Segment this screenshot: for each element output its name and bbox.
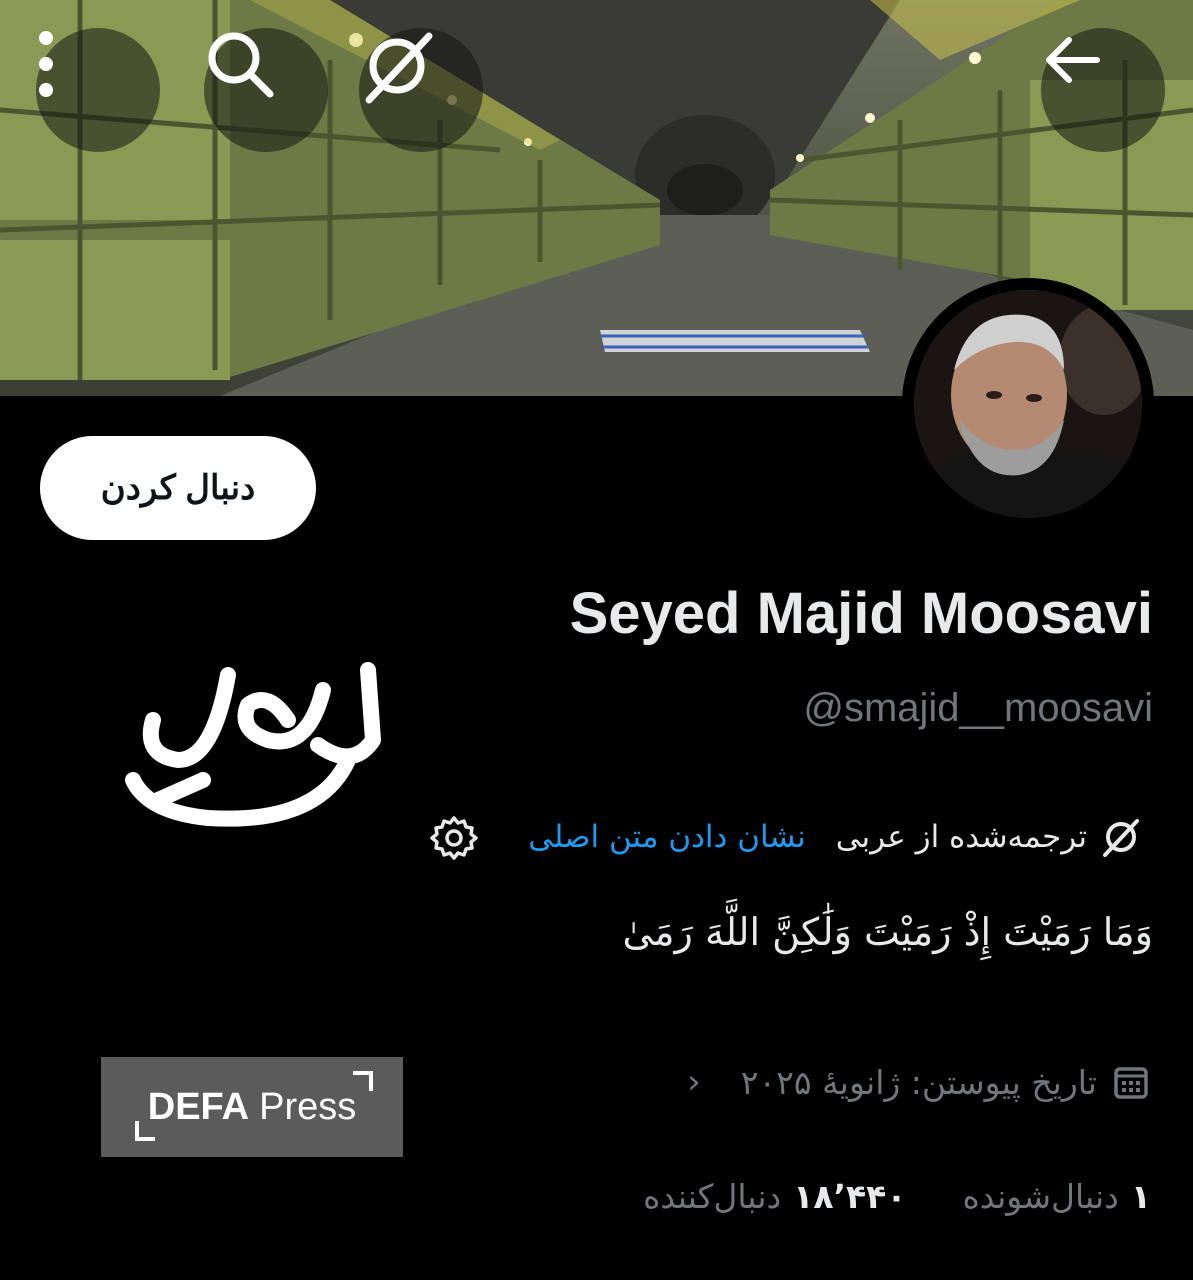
back-button[interactable] xyxy=(1041,28,1165,152)
translation-settings-button[interactable] xyxy=(430,814,478,862)
grok-icon xyxy=(1103,819,1139,857)
grok-button[interactable] xyxy=(359,28,483,152)
grok-icon xyxy=(365,32,433,104)
gear-icon xyxy=(430,816,478,860)
profile-bio: وَمَا رَمَيْتَ إِذْ رَمَيْتَ وَلَٰكِنَّ … xyxy=(622,910,1153,954)
search-button[interactable] xyxy=(204,28,328,152)
follow-stats: ۱ دنبال‌شونده ۱۸٬۴۴۰ دنبال‌کننده xyxy=(643,1170,1151,1222)
watermark-suffix: Press xyxy=(259,1085,357,1128)
calendar-icon xyxy=(1114,1067,1148,1099)
followers-stat[interactable]: ۱۸٬۴۴۰ دنبال‌کننده xyxy=(643,1177,906,1216)
more-button[interactable] xyxy=(36,28,160,152)
display-name: Seyed Majid Moosavi xyxy=(569,581,1153,646)
fake-handwritten-label xyxy=(118,650,388,850)
defa-press-watermark: DEFA Press xyxy=(101,1057,403,1157)
following-label: دنبال‌شونده xyxy=(962,1176,1119,1216)
following-count: ۱ xyxy=(1130,1176,1151,1216)
more-vertical-icon xyxy=(39,31,53,97)
avatar-image xyxy=(914,290,1142,518)
watermark-corner xyxy=(353,1071,373,1091)
watermark-corner xyxy=(135,1121,155,1141)
translation-notice: ترجمه‌شده از عربی نشان دادن متن اصلی xyxy=(528,812,1141,862)
user-handle: @smajid__moosavi xyxy=(803,686,1153,730)
followers-count: ۱۸٬۴۴۰ xyxy=(793,1176,907,1216)
follow-button[interactable]: دنبال کردن xyxy=(40,436,316,540)
followers-label: دنبال‌کننده xyxy=(643,1176,782,1216)
arrow-left-icon xyxy=(1046,37,1100,83)
avatar[interactable] xyxy=(902,278,1154,530)
watermark-brand: DEFA xyxy=(147,1085,250,1128)
following-stat[interactable]: ۱ دنبال‌شونده xyxy=(962,1177,1151,1216)
joined-date-row: تاریخ پیوستن: ژانویهٔ ۲۰۲۵ ‹ xyxy=(687,1056,1149,1108)
show-original-link[interactable]: نشان دادن متن اصلی xyxy=(528,819,806,855)
translated-from-label: ترجمه‌شده از عربی xyxy=(835,819,1087,855)
chevron-left-icon[interactable]: ‹ xyxy=(687,1062,701,1102)
joined-date: تاریخ پیوستن: ژانویهٔ ۲۰۲۵ xyxy=(740,1062,1097,1102)
search-icon xyxy=(208,32,274,98)
